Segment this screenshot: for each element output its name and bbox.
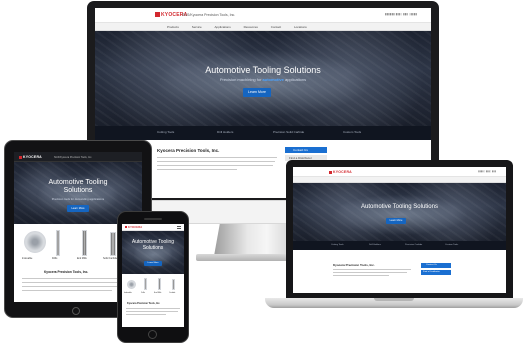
hero-subtitle-pre: Precision machining for	[219, 77, 263, 82]
hero-cta-button[interactable]: Learn More	[243, 88, 271, 97]
product-label: Drills	[141, 292, 145, 294]
text-line	[22, 282, 132, 283]
strip-item[interactable]: Drill Holders	[369, 244, 381, 246]
nav-item-products[interactable]: Products	[167, 25, 179, 29]
laptop-website-screen: KYOCERA ▮▮▮▮ | ▮▮▮ | ▮▮▮ Automotive Tool…	[293, 167, 506, 293]
text-line	[126, 314, 166, 315]
indexable-tool-icon[interactable]	[127, 280, 136, 289]
hero-subtitle-post: applications	[283, 77, 307, 82]
hero-title: Automotive Tooling Solutions	[361, 204, 438, 210]
text-line	[333, 275, 389, 276]
product-label: End Mills	[154, 292, 162, 294]
menu-icon[interactable]	[177, 226, 181, 229]
category-strip: Cutting Tools Drill Holders Precision Ca…	[293, 241, 506, 250]
strip-item[interactable]: Cutting Tools	[157, 130, 174, 134]
strip-item[interactable]: Custom Tools	[343, 130, 361, 134]
phone-home-button[interactable]	[148, 330, 157, 339]
phone-speaker	[144, 218, 162, 220]
logo-mark-icon	[19, 155, 22, 159]
contact-button[interactable]: Contact Us	[421, 263, 451, 268]
main-navigation: Products Service Applications Resources …	[95, 23, 431, 31]
utility-links[interactable]: ▮▮▮▮ | ▮▮▮ | ▮▮▮	[478, 170, 496, 173]
product-label: Solid Carbide	[103, 257, 118, 260]
hero-title: Automotive Tooling Solutions	[205, 65, 321, 75]
company-name: SGS/Kyocera Precision Tools, Inc.	[54, 155, 93, 159]
end-mill-tool-icon[interactable]	[82, 230, 87, 256]
product-label: Indexable	[124, 292, 132, 294]
text-line	[157, 157, 277, 158]
logo-mark-icon	[329, 170, 332, 174]
utility-links[interactable]: ▮▮▮▮▮▮ ▮▮▮ | ▮▮▮ | ▮▮▮▮	[385, 12, 417, 16]
text-line	[22, 290, 112, 291]
strip-item[interactable]: Cutting Tools	[331, 244, 344, 246]
logo-text: KYOCERA	[333, 170, 352, 174]
brand-logo[interactable]: KYOCERA	[329, 170, 352, 174]
nav-item-locations[interactable]: Locations	[294, 25, 307, 29]
end-mill-tool-icon[interactable]	[158, 278, 161, 290]
site-header: KYOCERA ▮▮▮▮ | ▮▮▮ | ▮▮▮	[293, 167, 506, 177]
hero-banner: Automotive Tooling Solutions Precision m…	[95, 31, 431, 126]
text-line	[126, 308, 180, 309]
logo-text: KYOCERA	[23, 155, 42, 159]
brand-logo[interactable]: KYOCERA	[19, 155, 42, 159]
drill-tool-icon[interactable]	[56, 230, 60, 256]
section-heading: Kyocera Precision Tools, Inc.	[157, 148, 220, 153]
hero-subtitle: Precision machining for automotive appli…	[95, 77, 431, 82]
strip-item[interactable]: Custom Tools	[445, 244, 458, 246]
product-label: Indexable	[22, 257, 33, 260]
contact-button[interactable]: Contact Us	[285, 147, 327, 153]
hero-cta-button[interactable]: Learn More	[144, 261, 162, 266]
text-line	[22, 286, 130, 287]
product-label: End Mills	[77, 257, 87, 260]
hero-banner: Automotive Tooling Solutions Learn More	[293, 183, 506, 241]
hero-subtitle-highlight: automotive	[262, 77, 284, 82]
section-heading: Kyocera Precision Tools, Inc.	[127, 302, 161, 305]
product-section: Indexable Drills End Mills Carbide Kyoce…	[122, 274, 184, 327]
carbide-tool-icon[interactable]	[172, 279, 175, 290]
nav-item-contact[interactable]: Contact	[271, 25, 281, 29]
indexable-tool-icon[interactable]	[24, 231, 46, 253]
strip-item[interactable]: Precision Solid Carbide	[273, 130, 304, 134]
distributor-button[interactable]: Find a Distributor	[421, 270, 451, 275]
category-strip: Cutting Tools Drill Holders Precision So…	[95, 126, 431, 140]
laptop-notch	[374, 298, 414, 301]
product-label: Carbide	[169, 292, 176, 294]
section-heading: Kyocera Precision Tools, Inc.	[333, 263, 375, 267]
text-line	[333, 272, 407, 273]
phone-website-screen: KYOCERA Automotive Tooling Solutions Lea…	[122, 224, 184, 327]
logo-mark-icon	[155, 12, 160, 18]
hero-banner: Automotive Tooling Solutions Learn More	[122, 231, 184, 274]
content-section: Kyocera Precision Tools, Inc. Contact Us…	[293, 250, 506, 293]
brand-logo[interactable]: KYOCERA	[125, 226, 142, 229]
drill-tool-icon[interactable]	[144, 278, 147, 290]
logo-mark-icon	[125, 226, 127, 229]
text-line	[333, 269, 411, 270]
company-name: SGS/Kyocera Precision Tools, Inc.	[182, 13, 236, 17]
hero-title: Automotive Tooling Solutions	[48, 179, 108, 194]
hero-subtitle: Precision tools for demanding applicatio…	[51, 197, 105, 201]
section-heading: Kyocera Precision Tools, Inc.	[44, 270, 89, 274]
site-header: KYOCERA	[122, 224, 184, 231]
text-line	[157, 161, 275, 162]
text-line	[126, 311, 178, 312]
logo-text: KYOCERA	[128, 226, 143, 229]
text-line	[157, 165, 273, 166]
site-header: KYOCERA SGS/Kyocera Precision Tools, Inc…	[14, 152, 142, 162]
text-line	[157, 169, 237, 170]
site-header: KYOCERA SGS/Kyocera Precision Tools, Inc…	[95, 8, 431, 23]
nav-item-service[interactable]: Service	[192, 25, 202, 29]
strip-item[interactable]: Drill Holders	[217, 130, 233, 134]
hero-cta-button[interactable]: Learn More	[67, 205, 89, 212]
nav-item-resources[interactable]: Resources	[244, 25, 258, 29]
tablet-home-button[interactable]	[72, 307, 80, 315]
carbide-tool-icon[interactable]	[110, 232, 116, 256]
hero-title: Automotive Tooling Solutions	[131, 239, 175, 251]
product-label: Drills	[52, 257, 58, 260]
strip-item[interactable]: Precision Carbide	[405, 244, 422, 246]
nav-item-applications[interactable]: Applications	[215, 25, 231, 29]
hero-cta-button[interactable]: Learn More	[386, 218, 406, 224]
